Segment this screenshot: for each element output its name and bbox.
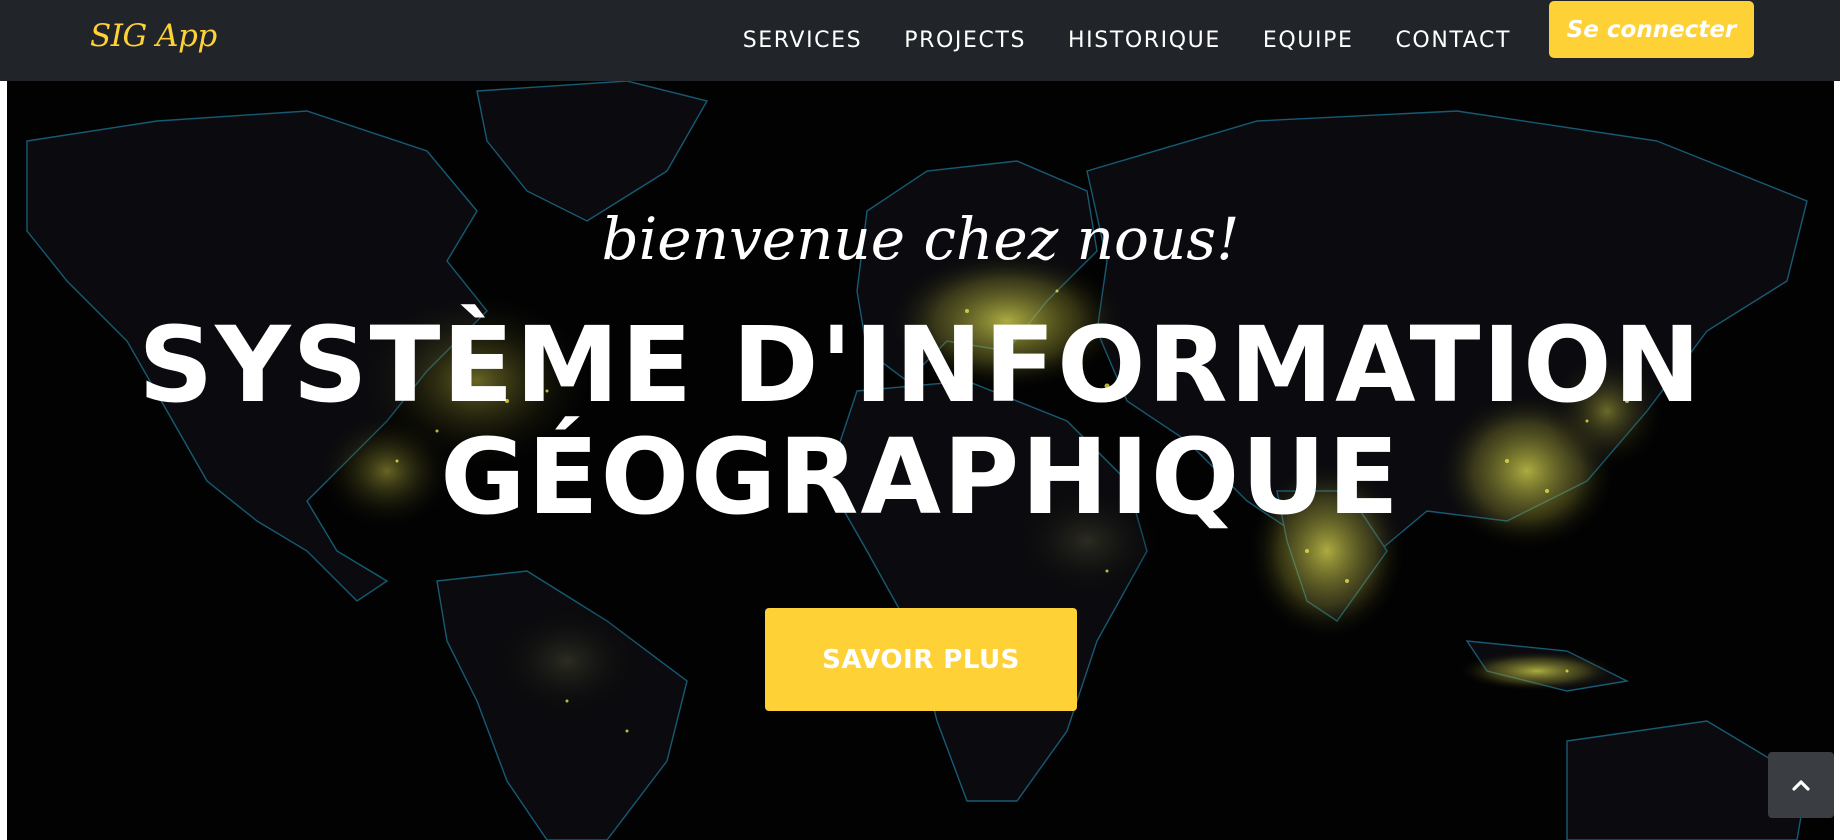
- scroll-to-top-button[interactable]: [1768, 752, 1834, 818]
- nav-item-projects: PROJECTS: [883, 26, 1047, 56]
- hero-title-line-1: SYSTÈME D'INFORMATION: [138, 304, 1703, 426]
- nav-item-services: SERVICES: [722, 26, 884, 56]
- hero-title: SYSTÈME D'INFORMATION GÉOGRAPHIQUE: [7, 309, 1834, 533]
- nav-item-historique: HISTORIQUE: [1047, 26, 1242, 56]
- nav-link-services[interactable]: SERVICES: [722, 26, 884, 56]
- hero-section: bienvenue chez nous! SYSTÈME D'INFORMATI…: [7, 81, 1834, 840]
- nav-menu: SERVICES PROJECTS HISTORIQUE EQUIPE CONT…: [722, 26, 1532, 56]
- nav-item-equipe: EQUIPE: [1242, 26, 1375, 56]
- nav-link-projects[interactable]: PROJECTS: [883, 26, 1047, 56]
- savoir-plus-button[interactable]: SAVOIR PLUS: [765, 608, 1077, 711]
- brand-logo[interactable]: SIG App: [90, 18, 217, 54]
- nav-link-equipe[interactable]: EQUIPE: [1242, 26, 1375, 56]
- hero-title-line-2: GÉOGRAPHIQUE: [440, 416, 1401, 538]
- nav-link-contact[interactable]: CONTACT: [1374, 26, 1532, 56]
- chevron-up-icon: [1792, 780, 1810, 791]
- hero-subtitle: bienvenue chez nous!: [601, 205, 1240, 273]
- login-button[interactable]: Se connecter: [1549, 1, 1754, 58]
- top-navbar: SIG App SERVICES PROJECTS HISTORIQUE EQU…: [0, 0, 1840, 81]
- nav-link-historique[interactable]: HISTORIQUE: [1047, 26, 1242, 56]
- nav-item-contact: CONTACT: [1374, 26, 1532, 56]
